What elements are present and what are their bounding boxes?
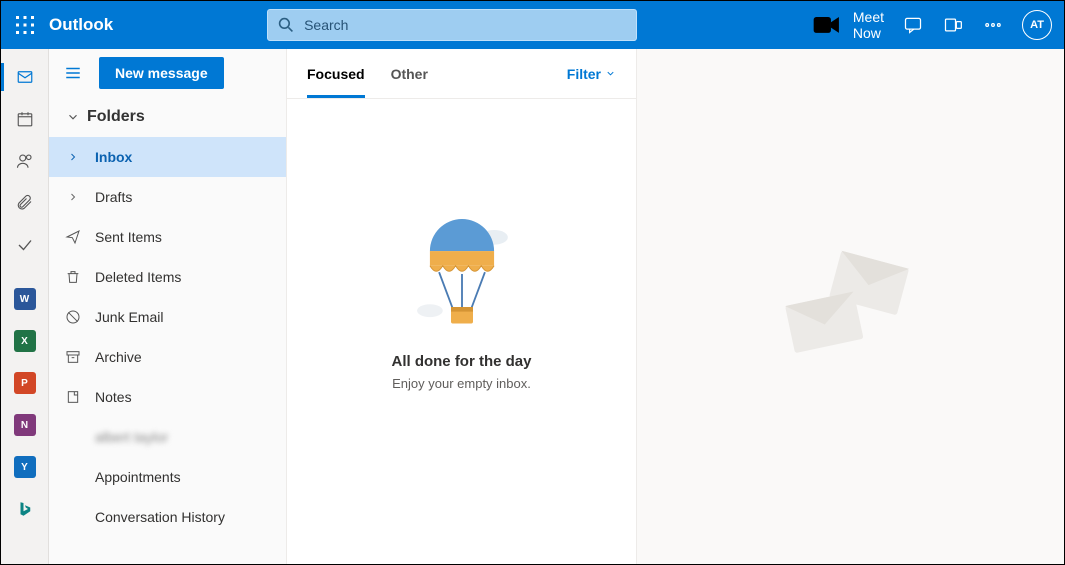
rail-files[interactable] [1, 183, 49, 223]
folders-header[interactable]: Folders [49, 97, 286, 137]
message-list-pane: Focused Other Filter [287, 49, 637, 564]
rail-mail[interactable] [1, 57, 49, 97]
folder-sent[interactable]: Sent Items [49, 217, 286, 257]
envelope-placeholder-icon [781, 247, 921, 367]
teams-icon [943, 15, 963, 35]
check-icon [16, 236, 34, 254]
filter-button[interactable]: Filter [567, 66, 616, 82]
more-button[interactable] [982, 14, 1004, 36]
avatar-initials: AT [1030, 19, 1044, 31]
folder-label: Conversation History [95, 509, 225, 525]
tab-other[interactable]: Other [391, 49, 428, 98]
rail-onenote[interactable]: N [1, 405, 49, 445]
more-icon [983, 15, 1003, 35]
folder-inbox[interactable]: Inbox [49, 137, 286, 177]
inbox-tabbar: Focused Other Filter [287, 49, 636, 99]
search-input[interactable] [304, 17, 626, 33]
excel-icon: X [14, 330, 36, 352]
filter-label: Filter [567, 66, 601, 82]
word-icon: W [14, 288, 36, 310]
meet-now-button[interactable]: Meet Now [811, 9, 884, 41]
trash-icon [65, 269, 81, 285]
chat-icon [903, 15, 923, 35]
send-icon [65, 229, 81, 245]
folder-sidebar: New message Folders Inbox Drafts Sent It… [49, 49, 287, 564]
new-message-button[interactable]: New message [99, 57, 224, 89]
chevron-down-icon [605, 68, 616, 79]
tab-focused[interactable]: Focused [307, 49, 365, 98]
menu-icon [64, 64, 82, 82]
rail-word[interactable]: W [1, 279, 49, 319]
empty-title: All done for the day [391, 353, 531, 370]
folder-user[interactable]: albert taylor [49, 417, 286, 457]
reading-pane [637, 49, 1064, 564]
mail-icon [16, 68, 34, 86]
meet-now-label: Meet Now [853, 9, 884, 41]
folder-label: Drafts [95, 189, 132, 205]
avatar[interactable]: AT [1022, 10, 1052, 40]
onenote-icon: N [14, 414, 36, 436]
folder-archive[interactable]: Archive [49, 337, 286, 377]
empty-state: All done for the day Enjoy your empty in… [287, 99, 636, 564]
rail-todo[interactable] [1, 225, 49, 265]
folder-label: Archive [95, 349, 142, 365]
rail-people[interactable] [1, 141, 49, 181]
archive-icon [65, 349, 81, 365]
empty-subtitle: Enjoy your empty inbox. [392, 376, 531, 391]
chevron-right-icon [67, 191, 79, 203]
chevron-down-icon [66, 110, 80, 124]
folder-label: Notes [95, 389, 132, 405]
folder-notes[interactable]: Notes [49, 377, 286, 417]
chevron-right-icon [67, 151, 79, 163]
attachment-icon [16, 194, 34, 212]
powerpoint-icon: P [14, 372, 36, 394]
teams-button[interactable] [942, 14, 964, 36]
rail-excel[interactable]: X [1, 321, 49, 361]
folder-drafts[interactable]: Drafts [49, 177, 286, 217]
video-icon [811, 9, 843, 41]
search-icon [278, 17, 294, 33]
rail-yammer[interactable]: Y [1, 447, 49, 487]
folder-label: Deleted Items [95, 269, 181, 285]
rail-powerpoint[interactable]: P [1, 363, 49, 403]
rail-bing[interactable] [1, 489, 49, 529]
module-rail: W X P N Y [1, 49, 49, 564]
app-launcher-button[interactable] [1, 1, 49, 49]
bing-icon [16, 500, 34, 518]
waffle-icon [16, 16, 34, 34]
search-box[interactable] [267, 9, 637, 41]
folder-label: Inbox [95, 149, 132, 165]
chat-button[interactable] [902, 14, 924, 36]
folder-junk[interactable]: Junk Email [49, 297, 286, 337]
app-header: Outlook Meet Now AT [1, 1, 1064, 49]
people-icon [16, 152, 34, 170]
note-icon [65, 389, 81, 405]
folder-label: albert taylor [95, 429, 168, 445]
yammer-icon: Y [14, 456, 36, 478]
folder-label: Junk Email [95, 309, 163, 325]
calendar-icon [16, 110, 34, 128]
folder-appointments[interactable]: Appointments [49, 457, 286, 497]
block-icon [65, 309, 81, 325]
balloon-icon [407, 209, 517, 339]
hamburger-button[interactable] [61, 61, 85, 85]
brand-title: Outlook [49, 15, 113, 35]
rail-calendar[interactable] [1, 99, 49, 139]
folder-conversation-history[interactable]: Conversation History [49, 497, 286, 537]
folder-label: Appointments [95, 469, 181, 485]
folder-deleted[interactable]: Deleted Items [49, 257, 286, 297]
folders-label: Folders [87, 108, 145, 126]
folder-label: Sent Items [95, 229, 162, 245]
